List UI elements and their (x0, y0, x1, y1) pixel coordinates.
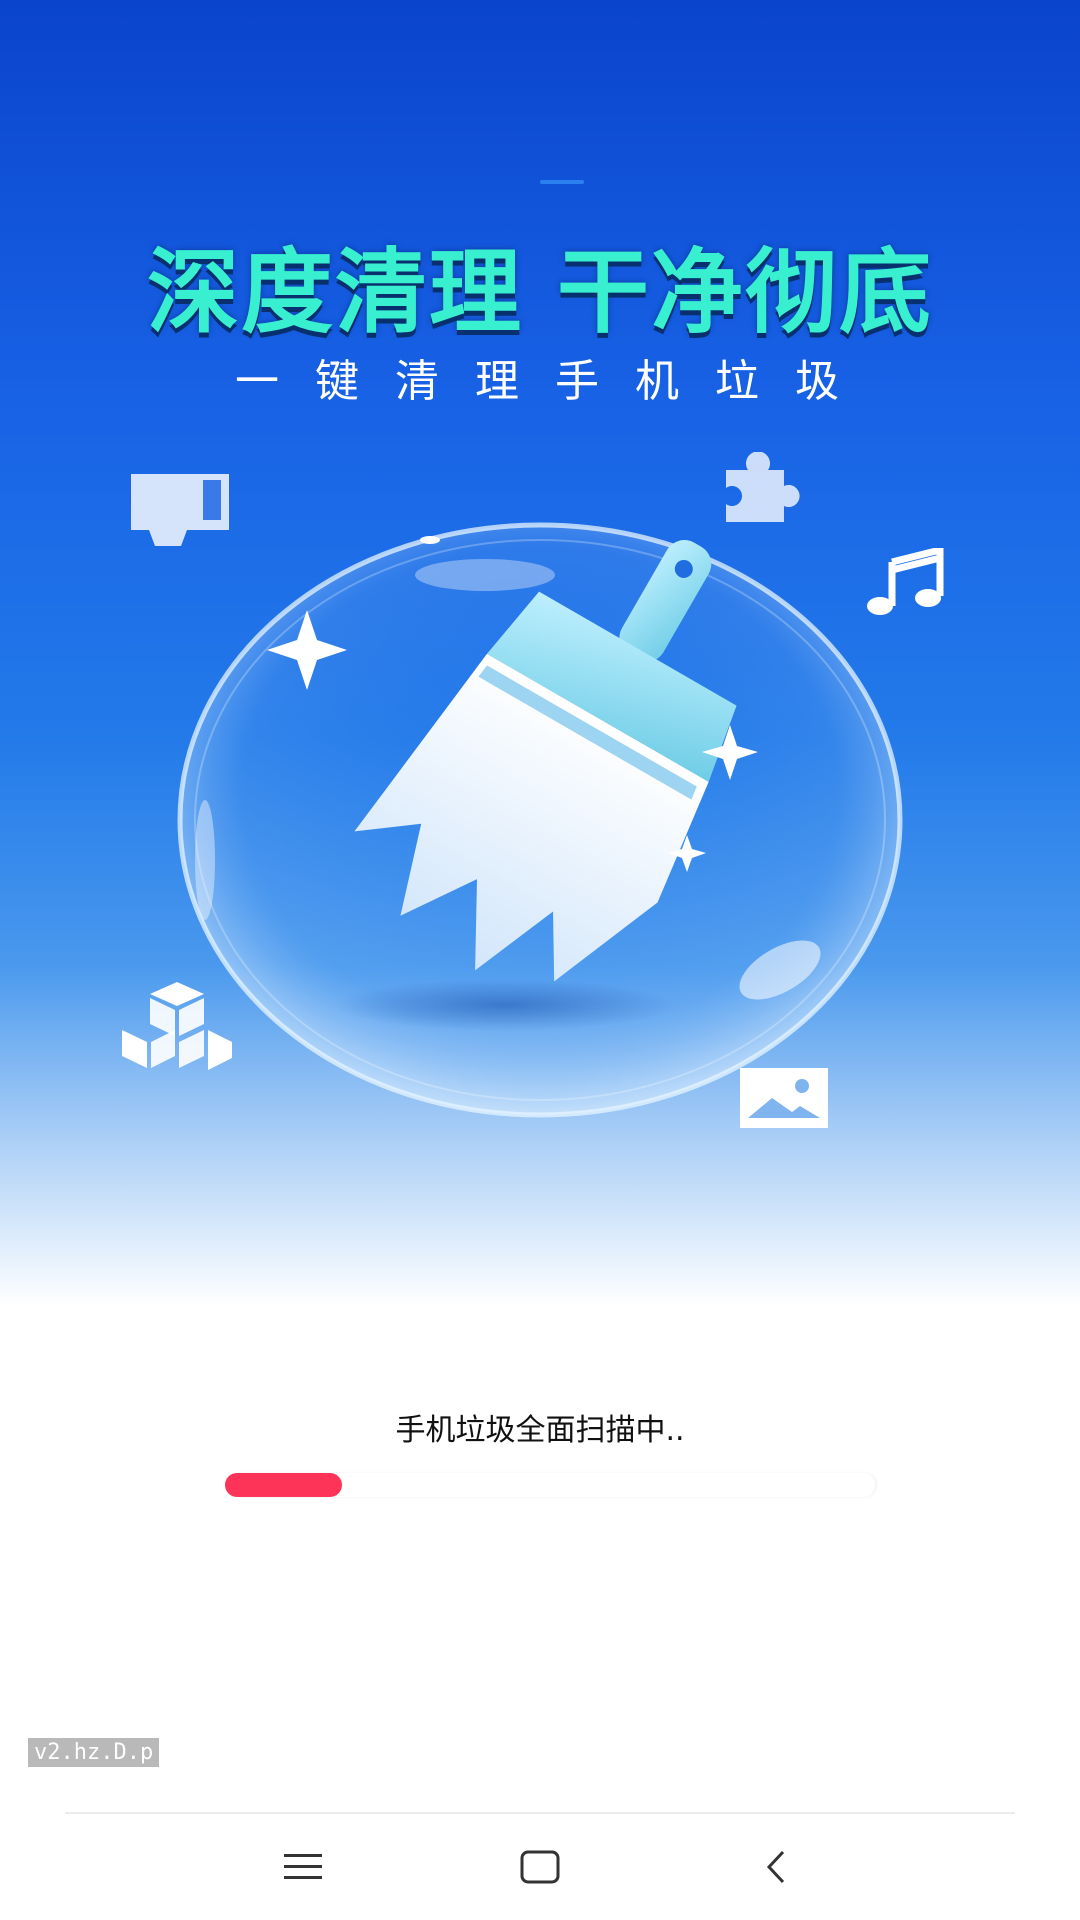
headline: 深度清理 干净彻底 (146, 239, 934, 346)
home-button[interactable] (480, 1814, 600, 1920)
scan-progress-fill (225, 1473, 342, 1497)
version-watermark: v2.hz.D.p (28, 1738, 160, 1767)
splash-screen: 深度清理 干净彻底 一 键 清 理 手 机 垃 圾 手机垃圾全面扫描中.. v2… (0, 0, 1080, 1920)
menu-button[interactable] (243, 1814, 363, 1920)
menu-icon (284, 1854, 322, 1879)
system-nav-bar (0, 1814, 1080, 1920)
broom-bubble-icon (165, 500, 915, 1120)
scan-progress-bar (225, 1473, 875, 1497)
back-icon (766, 1850, 785, 1884)
scan-status-text: 手机垃圾全面扫描中.. (395, 1413, 685, 1448)
home-icon (520, 1850, 560, 1884)
top-indicator (540, 180, 584, 184)
subheadline: 一 键 清 理 手 机 垃 圾 (235, 356, 845, 407)
back-button[interactable] (716, 1814, 836, 1920)
